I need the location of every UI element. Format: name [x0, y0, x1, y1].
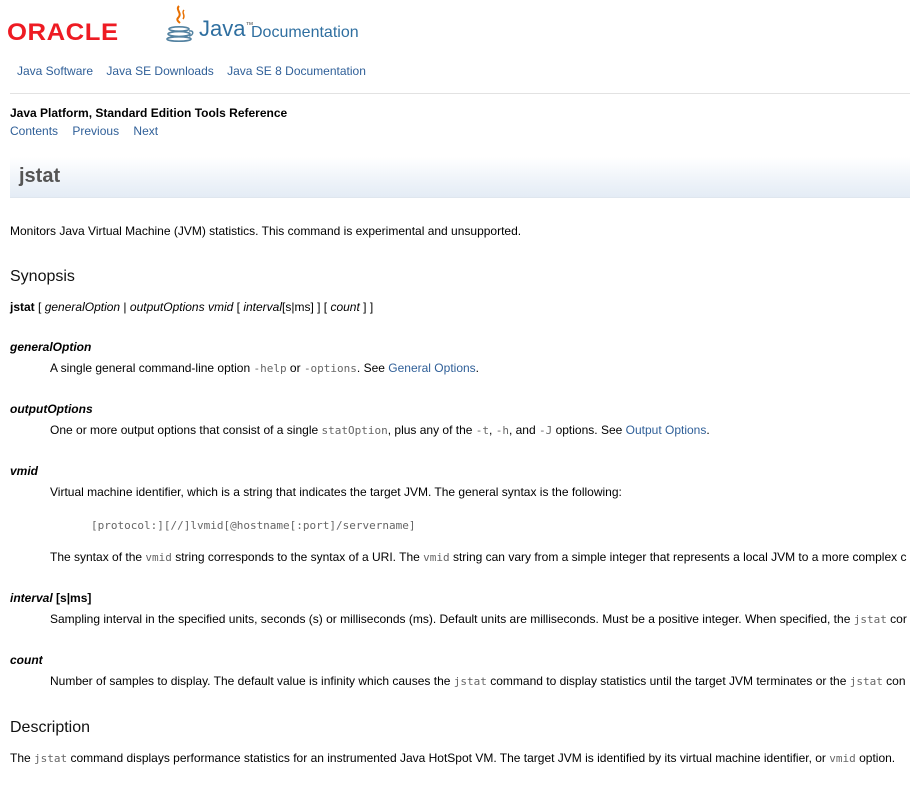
def-generaloption: A single general command-line option -he… [50, 361, 480, 375]
synopsis-line: jstat [ generalOption | outputOptions vm… [10, 300, 374, 314]
previous-link[interactable]: Previous [72, 124, 119, 138]
intro-text: Monitors Java Virtual Machine (JVM) stat… [10, 224, 522, 238]
next-link[interactable]: Next [133, 124, 158, 138]
def-vmid: Virtual machine identifier, which is a s… [50, 485, 622, 499]
term-outputoptions: outputOptions [10, 402, 93, 416]
java-cup-icon [166, 5, 194, 42]
def-count: Number of samples to display. The defaul… [50, 674, 906, 688]
def-interval: Sampling interval in the specified units… [50, 612, 907, 626]
synopsis-heading: Synopsis [10, 268, 75, 285]
nav-java-software[interactable]: Java Software [17, 64, 93, 78]
def-vmid-syntax: The syntax of the vmid string correspond… [50, 550, 907, 564]
header-divider [10, 93, 910, 94]
title-bar: jstat [10, 157, 910, 198]
documentation-logo-text: Documentation [251, 24, 359, 41]
contents-link[interactable]: Contents [10, 124, 58, 138]
oracle-logo[interactable]: ORACLE [7, 19, 119, 47]
description-heading: Description [10, 719, 91, 736]
nav-java-se-8-documentation[interactable]: Java SE 8 Documentation [227, 64, 366, 78]
output-options-link[interactable]: Output Options [626, 423, 707, 437]
description-text: The jstat command displays performance s… [10, 751, 896, 765]
book-nav: Contents Previous Next [10, 124, 169, 138]
general-options-link[interactable]: General Options [388, 361, 475, 375]
java-logo-text: Java™ [199, 16, 254, 41]
book-title: Java Platform, Standard Edition Tools Re… [10, 106, 288, 120]
page-title: jstat [19, 165, 61, 187]
def-outputoptions: One or more output options that consist … [50, 423, 710, 437]
nav-java-se-downloads[interactable]: Java SE Downloads [106, 64, 213, 78]
top-nav: Java Software Java SE Downloads Java SE … [17, 64, 376, 78]
term-interval: interval [s|ms] [10, 591, 92, 605]
term-count: count [10, 653, 43, 667]
term-vmid: vmid [10, 464, 39, 478]
term-generaloption: generalOption [10, 340, 92, 354]
vmid-syntax-code: [protocol:][//]lvmid[@hostname[:port]/se… [91, 519, 416, 532]
page-header: ORACLE Java™ Documentation Java Software… [0, 0, 910, 95]
